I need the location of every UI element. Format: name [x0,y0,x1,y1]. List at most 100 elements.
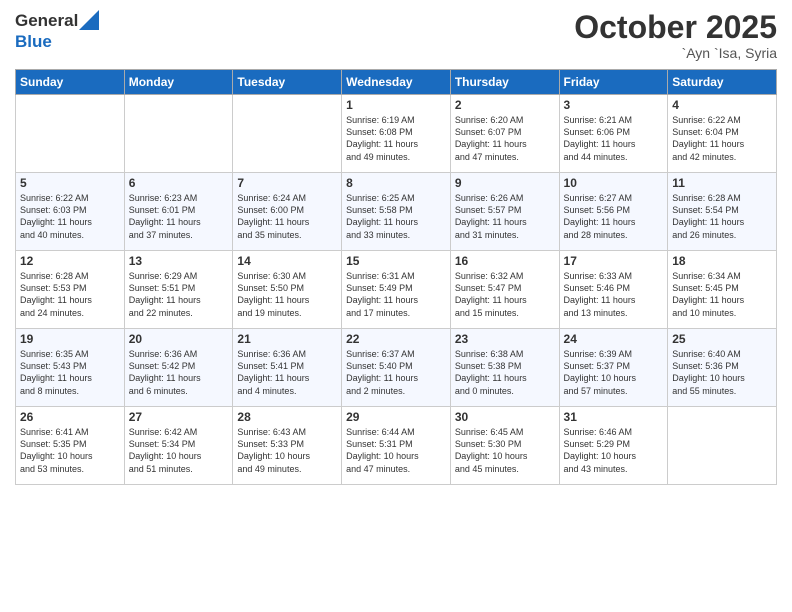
calendar-cell: 23 Sunrise: 6:38 AM Sunset: 5:38 PM Dayli… [450,329,559,407]
day-number: 10 [564,176,664,190]
calendar-cell: 14 Sunrise: 6:30 AM Sunset: 5:50 PM Dayli… [233,251,342,329]
week-row-5: 26 Sunrise: 6:41 AM Sunset: 5:35 PM Dayli… [16,407,777,485]
week-row-2: 5 Sunrise: 6:22 AM Sunset: 6:03 PM Daylig… [16,173,777,251]
weekday-header-saturday: Saturday [668,70,777,95]
calendar-cell: 1 Sunrise: 6:19 AM Sunset: 6:08 PM Daylig… [342,95,451,173]
calendar-cell: 3Sunrise: 6:21 AM Sunset: 6:06 PM Daylig… [559,95,668,173]
logo-icon [79,10,99,30]
month-title: October 2025 [574,10,777,45]
calendar-cell: 2Sunrise: 6:20 AM Sunset: 6:07 PM Daylig… [450,95,559,173]
calendar-cell: 20 Sunrise: 6:36 AM Sunset: 5:42 PM Dayli… [124,329,233,407]
day-info: Sunrise: 6:25 AM Sunset: 5:58 PM Dayligh… [346,192,446,241]
day-number: 8 [346,176,446,190]
day-number: 3 [564,98,664,112]
day-number: 26 [20,410,120,424]
day-info: Sunrise: 6:23 AM Sunset: 6:01 PM Dayligh… [129,192,229,241]
day-number: 14 [237,254,337,268]
calendar-cell: 27Sunrise: 6:42 AM Sunset: 5:34 PM Dayli… [124,407,233,485]
day-info: Sunrise: 6:41 AM Sunset: 5:35 PM Dayligh… [20,426,120,475]
day-number: 9 [455,176,555,190]
header: General Blue October 2025 `Ayn `Isa, Syr… [15,10,777,61]
day-number: 22 [346,332,446,346]
day-number: 4 [672,98,772,112]
day-info: Sunrise: 6:20 AM Sunset: 6:07 PM Dayligh… [455,114,555,163]
calendar-cell: 12Sunrise: 6:28 AM Sunset: 5:53 PM Dayli… [16,251,125,329]
day-number: 1 [346,98,446,112]
day-info: Sunrise: 6:32 AM Sunset: 5:47 PM Dayligh… [455,270,555,319]
day-number: 13 [129,254,229,268]
day-info: Sunrise: 6:36 AM Sunset: 5:41 PM Dayligh… [237,348,337,397]
day-info: Sunrise: 6:43 AM Sunset: 5:33 PM Dayligh… [237,426,337,475]
day-info: Sunrise: 6:19 AM Sunset: 6:08 PM Dayligh… [346,114,446,163]
calendar-cell [16,95,125,173]
day-info: Sunrise: 6:31 AM Sunset: 5:49 PM Dayligh… [346,270,446,319]
calendar-cell: 28Sunrise: 6:43 AM Sunset: 5:33 PM Dayli… [233,407,342,485]
day-info: Sunrise: 6:35 AM Sunset: 5:43 PM Dayligh… [20,348,120,397]
calendar-cell [124,95,233,173]
day-info: Sunrise: 6:28 AM Sunset: 5:53 PM Dayligh… [20,270,120,319]
day-info: Sunrise: 6:37 AM Sunset: 5:40 PM Dayligh… [346,348,446,397]
weekday-header-wednesday: Wednesday [342,70,451,95]
day-number: 29 [346,410,446,424]
day-info: Sunrise: 6:36 AM Sunset: 5:42 PM Dayligh… [129,348,229,397]
weekday-header-friday: Friday [559,70,668,95]
calendar-cell: 11 Sunrise: 6:28 AM Sunset: 5:54 PM Dayli… [668,173,777,251]
calendar-body: 1 Sunrise: 6:19 AM Sunset: 6:08 PM Daylig… [16,95,777,485]
weekday-header-tuesday: Tuesday [233,70,342,95]
day-info: Sunrise: 6:26 AM Sunset: 5:57 PM Dayligh… [455,192,555,241]
day-number: 20 [129,332,229,346]
weekday-header-monday: Monday [124,70,233,95]
calendar-cell: 5 Sunrise: 6:22 AM Sunset: 6:03 PM Daylig… [16,173,125,251]
day-number: 5 [20,176,120,190]
day-number: 11 [672,176,772,190]
day-number: 25 [672,332,772,346]
day-info: Sunrise: 6:28 AM Sunset: 5:54 PM Dayligh… [672,192,772,241]
calendar-cell: 31 Sunrise: 6:46 AM Sunset: 5:29 PM Dayli… [559,407,668,485]
week-row-4: 19 Sunrise: 6:35 AM Sunset: 5:43 PM Dayli… [16,329,777,407]
day-info: Sunrise: 6:46 AM Sunset: 5:29 PM Dayligh… [564,426,664,475]
day-number: 7 [237,176,337,190]
day-number: 6 [129,176,229,190]
day-info: Sunrise: 6:45 AM Sunset: 5:30 PM Dayligh… [455,426,555,475]
calendar-cell: 17 Sunrise: 6:33 AM Sunset: 5:46 PM Dayli… [559,251,668,329]
calendar-cell: 22 Sunrise: 6:37 AM Sunset: 5:40 PM Dayli… [342,329,451,407]
title-block: October 2025 `Ayn `Isa, Syria [574,10,777,61]
day-info: Sunrise: 6:38 AM Sunset: 5:38 PM Dayligh… [455,348,555,397]
day-info: Sunrise: 6:30 AM Sunset: 5:50 PM Dayligh… [237,270,337,319]
logo: General Blue [15,10,99,52]
calendar-cell [668,407,777,485]
day-number: 15 [346,254,446,268]
calendar-cell: 8 Sunrise: 6:25 AM Sunset: 5:58 PM Daylig… [342,173,451,251]
day-number: 23 [455,332,555,346]
day-number: 24 [564,332,664,346]
calendar-header: SundayMondayTuesdayWednesdayThursdayFrid… [16,70,777,95]
logo-blue-text: Blue [15,32,52,51]
day-info: Sunrise: 6:33 AM Sunset: 5:46 PM Dayligh… [564,270,664,319]
day-info: Sunrise: 6:40 AM Sunset: 5:36 PM Dayligh… [672,348,772,397]
calendar-cell: 30 Sunrise: 6:45 AM Sunset: 5:30 PM Dayli… [450,407,559,485]
day-info: Sunrise: 6:22 AM Sunset: 6:03 PM Dayligh… [20,192,120,241]
week-row-1: 1 Sunrise: 6:19 AM Sunset: 6:08 PM Daylig… [16,95,777,173]
day-number: 18 [672,254,772,268]
day-info: Sunrise: 6:29 AM Sunset: 5:51 PM Dayligh… [129,270,229,319]
day-info: Sunrise: 6:34 AM Sunset: 5:45 PM Dayligh… [672,270,772,319]
calendar-cell: 10 Sunrise: 6:27 AM Sunset: 5:56 PM Dayli… [559,173,668,251]
day-number: 17 [564,254,664,268]
calendar-cell: 13 Sunrise: 6:29 AM Sunset: 5:51 PM Dayli… [124,251,233,329]
day-number: 31 [564,410,664,424]
day-number: 30 [455,410,555,424]
day-info: Sunrise: 6:27 AM Sunset: 5:56 PM Dayligh… [564,192,664,241]
calendar-cell: 25 Sunrise: 6:40 AM Sunset: 5:36 PM Dayli… [668,329,777,407]
location: `Ayn `Isa, Syria [574,45,777,61]
day-number: 16 [455,254,555,268]
day-number: 21 [237,332,337,346]
logo-general-text: General [15,11,78,31]
calendar-cell: 24Sunrise: 6:39 AM Sunset: 5:37 PM Dayli… [559,329,668,407]
calendar-cell: 4 Sunrise: 6:22 AM Sunset: 6:04 PM Daylig… [668,95,777,173]
day-number: 19 [20,332,120,346]
day-info: Sunrise: 6:22 AM Sunset: 6:04 PM Dayligh… [672,114,772,163]
calendar-cell: 18 Sunrise: 6:34 AM Sunset: 5:45 PM Dayli… [668,251,777,329]
calendar-cell: 19 Sunrise: 6:35 AM Sunset: 5:43 PM Dayli… [16,329,125,407]
calendar-cell: 15 Sunrise: 6:31 AM Sunset: 5:49 PM Dayli… [342,251,451,329]
day-info: Sunrise: 6:44 AM Sunset: 5:31 PM Dayligh… [346,426,446,475]
